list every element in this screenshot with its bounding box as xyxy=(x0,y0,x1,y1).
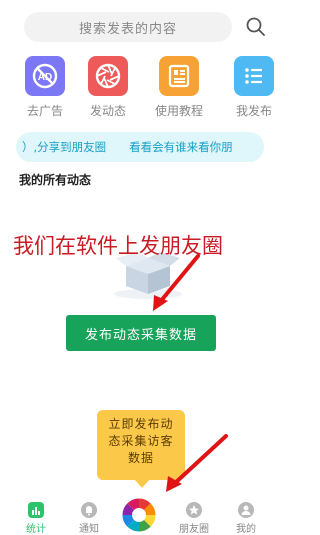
tab-stats[interactable]: 统计 xyxy=(16,502,56,535)
tab-label: 通知 xyxy=(79,524,99,535)
tab-label: 朋友圈 xyxy=(179,524,209,535)
search-icon[interactable] xyxy=(244,15,268,39)
ticker-text: ）,分享到朋友圈 看看会有谁来看你朋 xyxy=(22,140,233,154)
shortcut-label: 使用教程 xyxy=(154,104,203,118)
ad-block-icon: AD xyxy=(25,56,65,96)
tab-label: 我的 xyxy=(236,524,256,535)
post-collect-data-button[interactable]: 发布动态采集数据 xyxy=(66,315,216,351)
tab-me[interactable]: 我的 xyxy=(226,502,266,535)
search-placeholder: 搜索发表的内容 xyxy=(78,21,177,37)
tab-moments[interactable]: 朋友圈 xyxy=(174,502,214,535)
center-post-wheel-button[interactable] xyxy=(121,497,157,533)
bell-icon xyxy=(81,502,97,518)
section-title: 我的所有动态 xyxy=(19,173,92,187)
shortcut-label: 我发布 xyxy=(235,104,272,118)
document-icon xyxy=(159,56,199,96)
shortcut-row: AD 去广告 发动态 使用教程 xyxy=(0,56,311,120)
aperture-icon xyxy=(121,497,157,533)
shortcut-tutorial[interactable]: 使用教程 xyxy=(149,56,209,119)
user-icon xyxy=(238,502,254,518)
shortcut-my-posts[interactable]: 我发布 xyxy=(224,56,284,119)
search-input[interactable]: 搜索发表的内容 xyxy=(24,12,232,42)
announcement-ticker[interactable]: ）,分享到朋友圈 看看会有谁来看你朋 xyxy=(16,132,264,162)
star-icon xyxy=(186,502,202,518)
tab-notifications[interactable]: 通知 xyxy=(69,502,109,535)
shortcut-remove-ads[interactable]: AD 去广告 xyxy=(15,56,75,119)
shortcut-label: 发动态 xyxy=(89,104,126,118)
stats-icon xyxy=(28,502,44,518)
promo-caption: 我们在软件上发朋友圈 xyxy=(13,234,223,258)
list-icon xyxy=(234,56,274,96)
camera-shutter-icon xyxy=(88,56,128,96)
shortcut-label: 去广告 xyxy=(26,104,63,118)
tab-label: 统计 xyxy=(26,524,46,535)
shortcut-post-moment[interactable]: 发动态 xyxy=(78,56,138,119)
button-label: 发布动态采集数据 xyxy=(84,327,197,343)
post-tooltip: 立即发布动态采集访客数据 xyxy=(97,410,185,488)
